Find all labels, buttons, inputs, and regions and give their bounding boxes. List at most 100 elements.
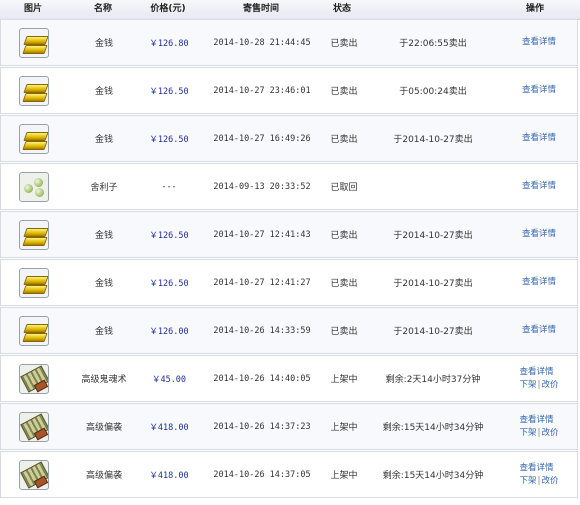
header-status: 状态 xyxy=(332,4,352,14)
change-price-link[interactable]: 改价 xyxy=(542,427,559,440)
change-price-link[interactable]: 改价 xyxy=(542,475,559,488)
relic-bead-icon xyxy=(35,188,44,197)
status-detail: 剩余:2天14小时37分钟 xyxy=(385,375,481,385)
link-separator: | xyxy=(537,427,541,438)
row-actions: 查看详情 xyxy=(522,68,556,113)
row-actions: 查看详情 xyxy=(522,212,556,257)
delist-link[interactable]: 下架 xyxy=(519,379,536,392)
item-name: 高级偏袭 xyxy=(85,423,123,433)
table-row: 高级偏袭 ￥418.00 2014-10-26 14:37:23 上架中 剩余:15天1… xyxy=(0,403,578,450)
row-actions: 查看详情 下架 | 改价 xyxy=(519,452,558,497)
status-text: 已卖出 xyxy=(330,39,358,49)
table-row: 金钱 ￥126.50 2014-10-27 16:49:26 已卖出 于2014-10-… xyxy=(0,115,578,162)
view-details-link[interactable]: 查看详情 xyxy=(522,36,556,49)
status-text: 上架中 xyxy=(330,471,358,481)
item-name: 金钱 xyxy=(94,87,114,97)
consign-time: 2014-10-27 16:49:26 xyxy=(213,133,311,144)
status-text: 已卖出 xyxy=(330,327,358,337)
row-actions: 查看详情 下架 | 改价 xyxy=(519,404,558,449)
item-name: 金钱 xyxy=(94,39,114,49)
view-details-link[interactable]: 查看详情 xyxy=(519,366,553,379)
change-price-link[interactable]: 改价 xyxy=(542,379,559,392)
header-price: 价格(元) xyxy=(150,4,186,14)
consign-time: 2014-09-13 20:33:52 xyxy=(213,181,311,192)
view-details-link[interactable]: 查看详情 xyxy=(522,228,556,241)
status-detail: 于2014-10-27卖出 xyxy=(393,231,473,241)
delist-link[interactable]: 下架 xyxy=(519,427,536,440)
item-price: ￥126.50 xyxy=(149,134,189,145)
gold-ingot-icon xyxy=(19,268,49,298)
consign-time: 2014-10-26 14:33:59 xyxy=(213,325,311,336)
relic-bead-icon xyxy=(24,184,33,193)
gold-ingot-icon xyxy=(19,316,49,346)
header-image: 图片 xyxy=(23,4,43,14)
status-detail: 于2014-10-27卖出 xyxy=(393,135,473,145)
item-name: 舍利子 xyxy=(90,183,118,193)
consign-time: 2014-10-26 14:37:05 xyxy=(213,469,311,480)
item-name: 金钱 xyxy=(94,135,114,145)
status-text: 上架中 xyxy=(330,423,358,433)
consign-time: 2014-10-27 12:41:43 xyxy=(213,229,311,240)
table-row: 高级鬼魂术 ￥45.00 2014-10-26 14:40:05 上架中 剩余:2天14… xyxy=(0,355,578,402)
consign-time: 2014-10-28 21:44:45 xyxy=(213,37,311,48)
consign-time: 2014-10-27 12:41:27 xyxy=(213,277,311,288)
item-price: ￥126.50 xyxy=(149,86,189,97)
row-actions: 查看详情 xyxy=(522,116,556,161)
item-name: 金钱 xyxy=(94,327,114,337)
scroll-item-icon xyxy=(19,412,49,442)
table-row: 高级偏袭 ￥418.00 2014-10-26 14:37:05 上架中 剩余:15天1… xyxy=(0,451,578,498)
consignment-table: 图片 名称 价格(元) 寄售时间 状态 操作 金钱 ￥126.80 2014-10-… xyxy=(0,0,580,505)
link-separator: | xyxy=(537,475,541,486)
table-row: 金钱 ￥126.00 2014-10-26 14:33:59 已卖出 于2014-10-… xyxy=(0,307,578,354)
status-text: 已卖出 xyxy=(330,279,358,289)
item-name: 高级偏袭 xyxy=(85,471,123,481)
status-detail: 于22:06:55卖出 xyxy=(399,39,467,49)
relic-beads-icon xyxy=(19,172,49,202)
header-time: 寄售时间 xyxy=(242,4,280,14)
delist-link[interactable]: 下架 xyxy=(519,475,536,488)
view-details-link[interactable]: 查看详情 xyxy=(522,276,556,289)
status-detail: 剩余:15天14小时34分钟 xyxy=(382,471,484,481)
item-price: ￥126.50 xyxy=(149,230,189,241)
table-row: 金钱 ￥126.50 2014-10-27 12:41:27 已卖出 于2014-10-… xyxy=(0,259,578,306)
consign-time: 2014-10-27 23:46:01 xyxy=(213,85,311,96)
gold-ingot-icon xyxy=(19,220,49,250)
item-price: ￥126.50 xyxy=(149,278,189,289)
item-price: ￥418.00 xyxy=(149,422,189,433)
table-row: 舍利子 --- 2014-09-13 20:33:52 已取回 查看详情 xyxy=(0,163,578,210)
status-detail: 于05:00:24卖出 xyxy=(399,87,467,97)
listing-actions: 下架 | 改价 xyxy=(519,379,558,392)
row-actions: 查看详情 xyxy=(522,164,556,209)
status-text: 上架中 xyxy=(330,375,358,385)
listing-actions: 下架 | 改价 xyxy=(519,427,558,440)
consign-time: 2014-10-26 14:40:05 xyxy=(213,373,311,384)
item-price: --- xyxy=(161,181,177,192)
view-details-link[interactable]: 查看详情 xyxy=(522,84,556,97)
listing-actions: 下架 | 改价 xyxy=(519,475,558,488)
view-details-link[interactable]: 查看详情 xyxy=(522,180,556,193)
status-text: 已卖出 xyxy=(330,135,358,145)
status-detail: 于2014-10-27卖出 xyxy=(393,327,473,337)
header-ops: 操作 xyxy=(525,4,545,14)
item-price: ￥45.00 xyxy=(151,374,187,385)
gold-ingot-icon xyxy=(19,28,49,58)
status-text: 已取回 xyxy=(330,183,358,193)
item-name: 高级鬼魂术 xyxy=(81,375,127,385)
relic-bead-icon xyxy=(34,178,43,187)
row-actions: 查看详情 xyxy=(522,308,556,353)
view-details-link[interactable]: 查看详情 xyxy=(522,132,556,145)
view-details-link[interactable]: 查看详情 xyxy=(519,414,553,427)
status-detail: 剩余:15天14小时34分钟 xyxy=(382,423,484,433)
gold-ingot-icon xyxy=(19,124,49,154)
item-price: ￥126.80 xyxy=(149,38,189,49)
item-price: ￥418.00 xyxy=(149,470,189,481)
view-details-link[interactable]: 查看详情 xyxy=(519,462,553,475)
scroll-item-icon xyxy=(19,364,49,394)
view-details-link[interactable]: 查看详情 xyxy=(522,324,556,337)
table-body: 金钱 ￥126.80 2014-10-28 21:44:45 已卖出 于22:06:55… xyxy=(0,19,580,499)
status-text: 已卖出 xyxy=(330,231,358,241)
link-separator: | xyxy=(537,379,541,390)
status-text: 已卖出 xyxy=(330,87,358,97)
header-name: 名称 xyxy=(93,4,113,14)
row-actions: 查看详情 xyxy=(522,20,556,65)
